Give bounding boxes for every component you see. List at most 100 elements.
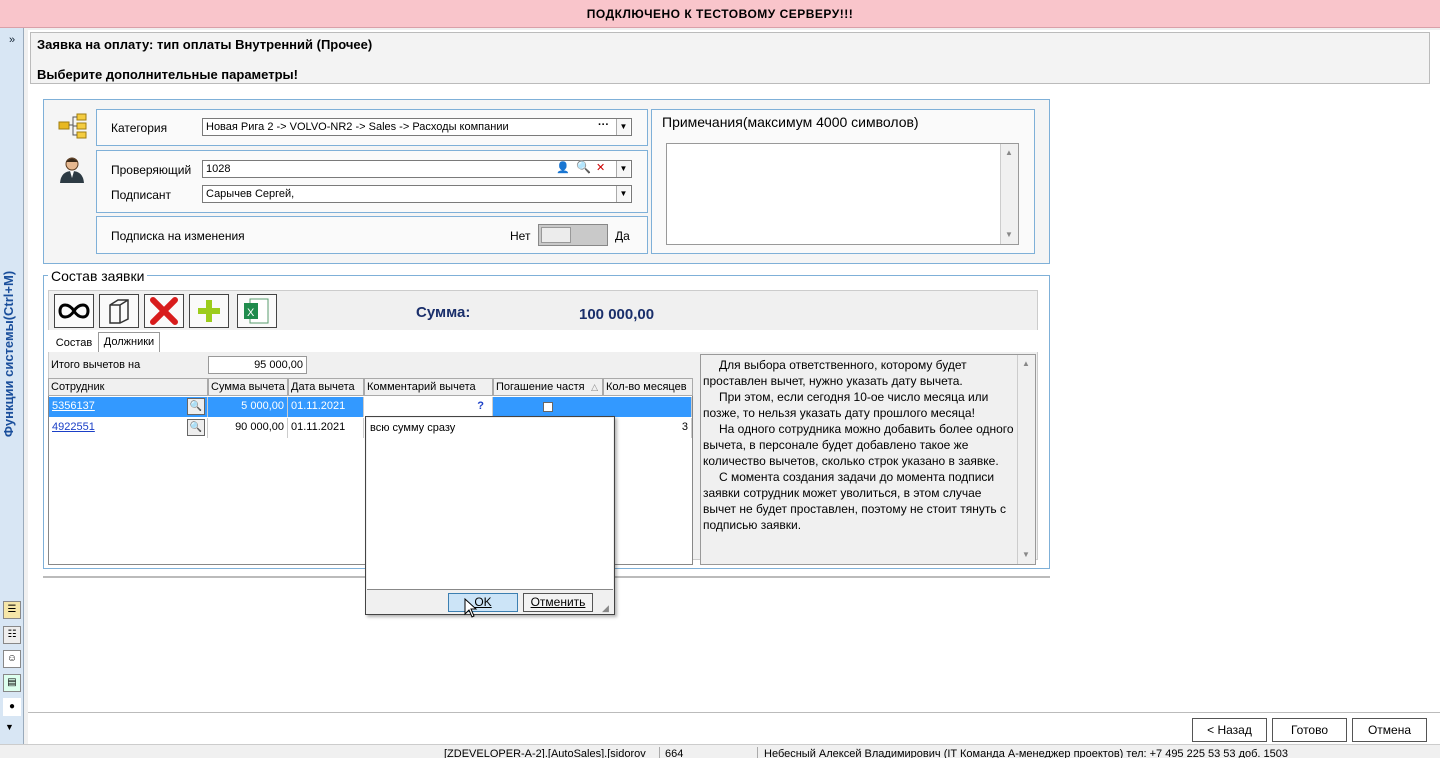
page-title: Заявка на оплату: тип оплаты Внутренний … xyxy=(37,37,373,52)
mouse-cursor-icon xyxy=(464,597,478,621)
link-button[interactable] xyxy=(54,294,94,328)
comment-cell[interactable]: ? xyxy=(364,397,493,417)
resize-grip-icon[interactable]: ◢ xyxy=(602,603,609,614)
composition-title: Состав заявки xyxy=(48,268,148,284)
col-months[interactable]: Кол-во месяцев xyxy=(603,378,693,396)
scroll-up-icon[interactable]: ▲ xyxy=(1001,146,1017,160)
reviewer-person-icon[interactable]: 👤 xyxy=(556,161,570,174)
system-functions-sidebar[interactable]: » Функции системы(Ctrl+M) ☰ ☷ ☺ ▤ ● ▼ xyxy=(0,28,24,744)
category-more-button[interactable]: ··· xyxy=(598,119,609,131)
status-session: [ZDEVELOPER-A-2].[AutoSales].[sidorov xyxy=(444,748,646,758)
signer-label: Подписант xyxy=(111,188,172,202)
reviewer-search-icon[interactable]: 🔍 xyxy=(576,160,591,174)
ok-button[interactable]: OK xyxy=(448,593,518,612)
system-functions-label[interactable]: Функции системы(Ctrl+M) xyxy=(1,268,23,440)
months-cell[interactable] xyxy=(603,397,692,417)
date-cell[interactable]: 01.11.2021 xyxy=(288,418,364,438)
sidebar-down-arrow-icon[interactable]: ▼ xyxy=(5,722,14,732)
amount-cell[interactable]: 5 000,00 xyxy=(208,397,288,417)
amount-cell[interactable]: 90 000,00 xyxy=(208,418,288,438)
total-deductions-label: Итого вычетов на xyxy=(51,359,141,371)
svg-text:X: X xyxy=(247,307,255,319)
reviewer-clear-icon[interactable]: ✕ xyxy=(596,161,605,174)
scroll-down-icon[interactable]: ▼ xyxy=(1018,548,1034,562)
export-excel-button[interactable]: X xyxy=(237,294,277,328)
comment-help-mark[interactable]: ? xyxy=(477,397,484,416)
status-code: 664 xyxy=(659,747,683,758)
delete-button[interactable] xyxy=(144,294,184,328)
tree-icon[interactable]: ☰ xyxy=(3,601,21,619)
col-repayment-label: Погашение частя xyxy=(496,381,585,393)
months-cell[interactable]: 3 xyxy=(603,418,692,438)
infinity-icon xyxy=(58,303,90,319)
col-employee[interactable]: Сотрудник xyxy=(48,378,208,396)
col-amount[interactable]: Сумма вычета xyxy=(208,378,288,396)
employee-link[interactable]: 5356137 xyxy=(52,400,95,412)
popup-cancel-label: Отменить xyxy=(530,595,586,609)
scroll-down-icon[interactable]: ▼ xyxy=(1001,228,1017,242)
tab-strip xyxy=(48,330,1038,352)
col-repayment[interactable]: Погашение частя △ xyxy=(493,378,603,396)
employee-cell[interactable]: 5356137 xyxy=(49,397,208,417)
tree-list-icon[interactable]: ☷ xyxy=(3,626,21,644)
employee-lookup-icon[interactable]: 🔍 xyxy=(187,398,205,415)
sum-value: 100 000,00 xyxy=(579,306,655,323)
plus-icon xyxy=(198,300,220,322)
tab-composition-label: Состав xyxy=(55,337,93,349)
toggle-no-label: Нет xyxy=(510,229,531,243)
test-server-banner: ПОДКЛЮЧЕНО К ТЕСТОВОМУ СЕРВЕРУ!!! xyxy=(0,0,1440,28)
help-scrollbar[interactable]: ▲ ▼ xyxy=(1017,355,1035,564)
page-subtitle: Выберите дополнительные параметры! xyxy=(37,67,298,82)
apple-icon[interactable]: ● xyxy=(3,698,21,716)
sort-asc-icon: △ xyxy=(591,382,598,392)
category-select[interactable]: Новая Рига 2 -> VOLVO-NR2 -> Sales -> Ра… xyxy=(202,118,632,136)
reviewer-label: Проверяющий xyxy=(111,163,192,177)
toggle-yes-label: Да xyxy=(615,229,630,243)
col-comment[interactable]: Комментарий вычета xyxy=(364,378,493,396)
box-icon xyxy=(109,299,129,324)
reviewer-value: 1028 xyxy=(206,163,231,175)
popup-cancel-button[interactable]: Отменить xyxy=(523,593,593,612)
total-deductions-field[interactable]: 95 000,00 xyxy=(208,356,307,374)
delete-x-icon xyxy=(150,297,178,325)
document-icon[interactable]: ▤ xyxy=(3,674,21,692)
repayment-checkbox[interactable] xyxy=(543,402,553,412)
signer-dropdown-icon[interactable]: ▼ xyxy=(616,186,630,202)
subscription-label: Подписка на изменения xyxy=(111,229,245,243)
employee-link[interactable]: 4922551 xyxy=(52,421,95,433)
done-button[interactable]: Готово xyxy=(1272,718,1347,742)
category-label: Категория xyxy=(111,121,168,135)
back-button[interactable]: < Назад xyxy=(1192,718,1267,742)
notes-textarea[interactable]: ▲ ▼ xyxy=(666,143,1019,245)
tab-composition[interactable]: Состав xyxy=(50,335,98,353)
help-text: Для выбора ответственного, которому буде… xyxy=(703,357,1015,533)
package-button[interactable] xyxy=(99,294,139,328)
person-icon xyxy=(58,156,86,184)
tab-debtors[interactable]: Должники xyxy=(98,332,160,352)
comment-editor-popup: всю сумму сразу OK Отменить ◢ xyxy=(365,416,615,615)
user-search-icon[interactable]: ☺ xyxy=(3,650,21,668)
cancel-button[interactable]: Отмена xyxy=(1352,718,1427,742)
employee-cell[interactable]: 4922551 xyxy=(49,418,208,438)
help-panel: Для выбора ответственного, которому буде… xyxy=(700,354,1036,565)
comment-editor-text: всю сумму сразу xyxy=(370,422,456,434)
category-value: Новая Рига 2 -> VOLVO-NR2 -> Sales -> Ра… xyxy=(206,121,509,133)
footer-divider xyxy=(28,712,1440,713)
toggle-knob xyxy=(541,227,571,243)
status-user: Небесный Алексей Владимирович (IT Команд… xyxy=(757,747,1288,758)
add-button[interactable] xyxy=(189,294,229,328)
expand-sidebar-button[interactable]: » xyxy=(2,34,22,50)
subscription-toggle[interactable] xyxy=(538,224,608,246)
col-date[interactable]: Дата вычета xyxy=(288,378,364,396)
date-cell[interactable]: 01.11.2021 xyxy=(288,397,364,417)
category-dropdown-icon[interactable]: ▼ xyxy=(616,119,630,135)
excel-icon: X xyxy=(244,298,269,324)
reviewer-dropdown-icon[interactable]: ▼ xyxy=(616,161,630,177)
notes-scrollbar[interactable]: ▲ ▼ xyxy=(1000,144,1018,244)
scroll-up-icon[interactable]: ▲ xyxy=(1018,357,1034,371)
employee-lookup-icon[interactable]: 🔍 xyxy=(187,419,205,436)
signer-select[interactable]: Сарычев Сергей, xyxy=(202,185,632,203)
comment-editor-textarea[interactable]: всю сумму сразу xyxy=(367,418,613,590)
notes-label: Примечания(максимум 4000 символов) xyxy=(662,114,919,130)
signer-value: Сарычев Сергей, xyxy=(206,188,295,200)
